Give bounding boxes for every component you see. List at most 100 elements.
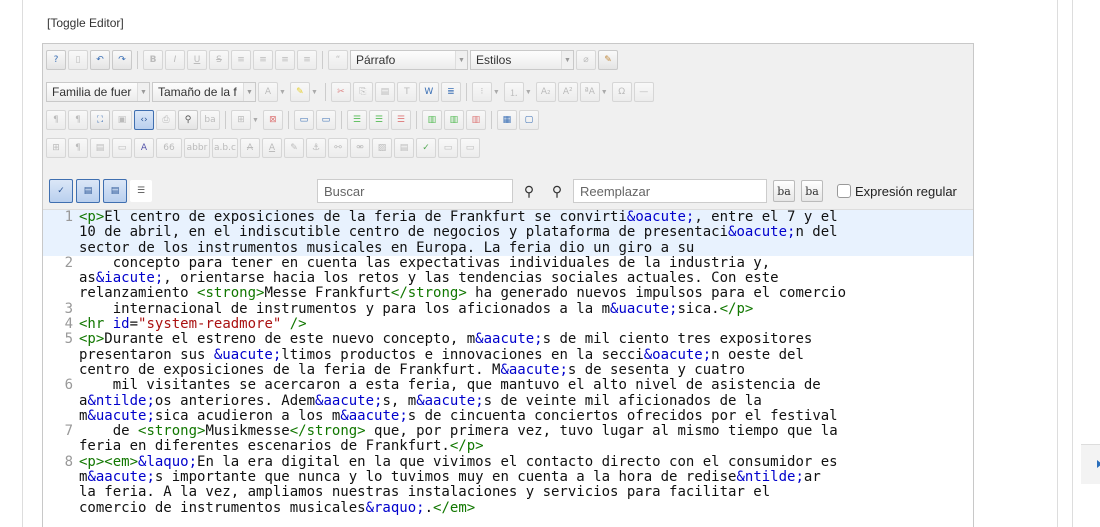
code-line[interactable]: m&uacute;sica acudieron a los m&aacute;s… (43, 408, 973, 424)
blockformat-icon[interactable]: ▭ (460, 138, 480, 158)
toggle-editor-link[interactable]: [Toggle Editor] (47, 16, 124, 30)
insert-col-before-icon[interactable]: ▥ (421, 110, 442, 130)
indent-icon[interactable]: ☰ (130, 180, 152, 202)
replace-input[interactable]: Reemplazar (573, 179, 767, 203)
new-document-icon[interactable]: ▯ (68, 50, 88, 70)
code-line[interactable]: 3 internacional de instrumentos y para l… (43, 301, 973, 317)
align-center-icon[interactable]: ≡ (253, 50, 273, 70)
code-line[interactable]: 2 concepto para tener en cuenta las expe… (43, 255, 973, 271)
rtl-icon[interactable]: ¶ (68, 110, 88, 130)
fullscreen-icon[interactable]: ⛶ (90, 110, 110, 130)
special-char-icon[interactable]: Ω (611, 82, 632, 102)
ins-icon[interactable]: A (262, 138, 282, 158)
find-next-binoculars-icon[interactable]: ⚲ (547, 181, 567, 201)
code-line[interactable]: relanzamiento <strong>Messe Frankfurt</s… (43, 286, 973, 302)
replace-all-icon[interactable]: ba (801, 180, 823, 202)
redo-icon[interactable]: ↷ (112, 50, 132, 70)
styles-select[interactable]: Estilos ▼ (470, 50, 574, 70)
wordwrap-icon[interactable]: ▤ (76, 179, 100, 203)
preview-icon[interactable]: ▣ (112, 110, 132, 130)
delete-row-icon[interactable]: ☰ (390, 110, 411, 130)
del-icon[interactable]: A (240, 138, 260, 158)
italic-button[interactable]: I (165, 50, 185, 70)
code-area[interactable]: 1 <p>El centro de exposiciones de la feri… (43, 209, 973, 527)
acronym-icon[interactable]: a.b.c (212, 138, 238, 158)
align-left-icon[interactable]: ≡ (231, 50, 251, 70)
code-line[interactable]: centro de exposiciones de la feria de Fr… (43, 362, 973, 378)
table-icon[interactable]: ⊞ (231, 110, 251, 130)
highlight-toggle-icon[interactable]: ✓ (49, 179, 73, 203)
bold-button[interactable]: B (143, 50, 163, 70)
align-right-icon[interactable]: ≡ (275, 50, 295, 70)
undo-icon[interactable]: ↶ (90, 50, 110, 70)
chevron-down-icon[interactable]: ▼ (525, 89, 532, 96)
image-icon[interactable]: ▨ (372, 138, 392, 158)
abbr-icon[interactable]: abbr (184, 138, 210, 158)
visualaid-icon[interactable]: ▭ (438, 138, 458, 158)
paragraph-icon[interactable]: ¶ (68, 138, 88, 158)
text-color-icon[interactable]: A (258, 82, 278, 102)
unlink-icon[interactable]: ⌀ (576, 50, 596, 70)
link-icon[interactable]: ⚯ (328, 138, 348, 158)
split-cells-icon[interactable]: ▦ (496, 110, 517, 130)
chevron-down-icon[interactable]: ▼ (601, 89, 608, 96)
delete-col-icon[interactable]: ▥ (465, 110, 486, 130)
spellcheck-icon[interactable]: ✓ (416, 138, 436, 158)
chevron-down-icon[interactable]: ▼ (279, 89, 286, 96)
paste-icon[interactable]: ▤ (374, 82, 395, 102)
print-icon[interactable]: ⎙ (156, 110, 176, 130)
paste-text-icon[interactable]: T (396, 82, 417, 102)
format-code-icon[interactable]: ▤ (103, 179, 127, 203)
chevron-down-icon[interactable]: ▼ (311, 89, 318, 96)
underline-button[interactable]: U (187, 50, 207, 70)
subscript-icon[interactable]: A₂ (535, 82, 556, 102)
align-justify-icon[interactable]: ≡ (297, 50, 317, 70)
insert-row-before-icon[interactable]: ☰ (346, 110, 367, 130)
code-line[interactable]: feria en diferentes escenarios de Frankf… (43, 439, 973, 455)
code-line[interactable]: a&ntilde;os anteriores. Adem&aacute;s, m… (43, 393, 973, 409)
help-icon[interactable]: ? (46, 50, 66, 70)
select-all-icon[interactable]: ≣ (440, 82, 461, 102)
ltr-icon[interactable]: ¶ (46, 110, 66, 130)
template-icon[interactable]: ▤ (90, 138, 110, 158)
row-props-icon[interactable]: ▭ (293, 110, 314, 130)
code-line[interactable]: 8 <p><em>&laquo;En la era digital en la q… (43, 454, 973, 470)
code-line[interactable]: la feria. A la vez, ampliamos nuestras i… (43, 485, 973, 501)
code-line[interactable]: 6 mil visitantes se acercaron a esta fer… (43, 377, 973, 393)
chevron-down-icon[interactable]: ▼ (252, 117, 259, 124)
font-family-select[interactable]: Familia de fuer ▼ (46, 82, 150, 102)
code-line[interactable]: m&aacute;s importante que nunca y lo tuv… (43, 469, 973, 485)
source-code-icon[interactable]: ‹› (134, 110, 154, 130)
code-line[interactable]: presentaron sus &uacute;ltimos productos… (43, 347, 973, 363)
replace-icon[interactable]: ba (773, 180, 795, 202)
cite-icon[interactable]: 66 (156, 138, 182, 158)
cut-icon[interactable]: ✂ (330, 82, 351, 102)
superscript-icon[interactable]: A² (557, 82, 578, 102)
horizontal-rule-icon[interactable]: — (633, 82, 654, 102)
highlight-color-icon[interactable]: ✎ (289, 82, 310, 102)
layer-icon[interactable]: ▭ (112, 138, 132, 158)
find-icon[interactable]: ⚲ (178, 110, 198, 130)
copy-icon[interactable]: ⎘ (352, 82, 373, 102)
chevron-down-icon[interactable]: ▼ (493, 89, 500, 96)
code-line[interactable]: 4 <hr id="system-readmore" /> (43, 316, 973, 332)
blockquote-icon[interactable]: “ (328, 50, 348, 70)
format-select[interactable]: Párrafo ▼ (350, 50, 468, 70)
code-line[interactable]: sector de los instrumentos musicales en … (43, 240, 973, 256)
cleanup-icon[interactable]: ✎ (598, 50, 618, 70)
attribs-icon[interactable]: ✎ (284, 138, 304, 158)
styleprops-icon[interactable]: A (134, 138, 154, 158)
replace-icon[interactable]: ba (200, 110, 220, 130)
search-input[interactable]: Buscar (317, 179, 513, 203)
strikethrough-button[interactable]: S (209, 50, 229, 70)
insert-col-after-icon[interactable]: ▥ (443, 110, 464, 130)
unlink2-icon[interactable]: ⚮ (350, 138, 370, 158)
find-binoculars-icon[interactable]: ⚲ (519, 181, 539, 201)
insert-row-after-icon[interactable]: ☰ (368, 110, 389, 130)
code-line[interactable]: comercio de instrumentos musicales&raquo… (43, 500, 973, 516)
delete-table-icon[interactable]: ⊠ (262, 110, 283, 130)
media-icon[interactable]: ▤ (394, 138, 414, 158)
code-line[interactable]: as&iacute;, orientarse hacia los retos y… (43, 270, 973, 286)
code-line[interactable]: 5 <p>Durante el estreno de este nuevo con… (43, 332, 973, 348)
bullet-list-icon[interactable]: ⁝ (471, 82, 492, 102)
